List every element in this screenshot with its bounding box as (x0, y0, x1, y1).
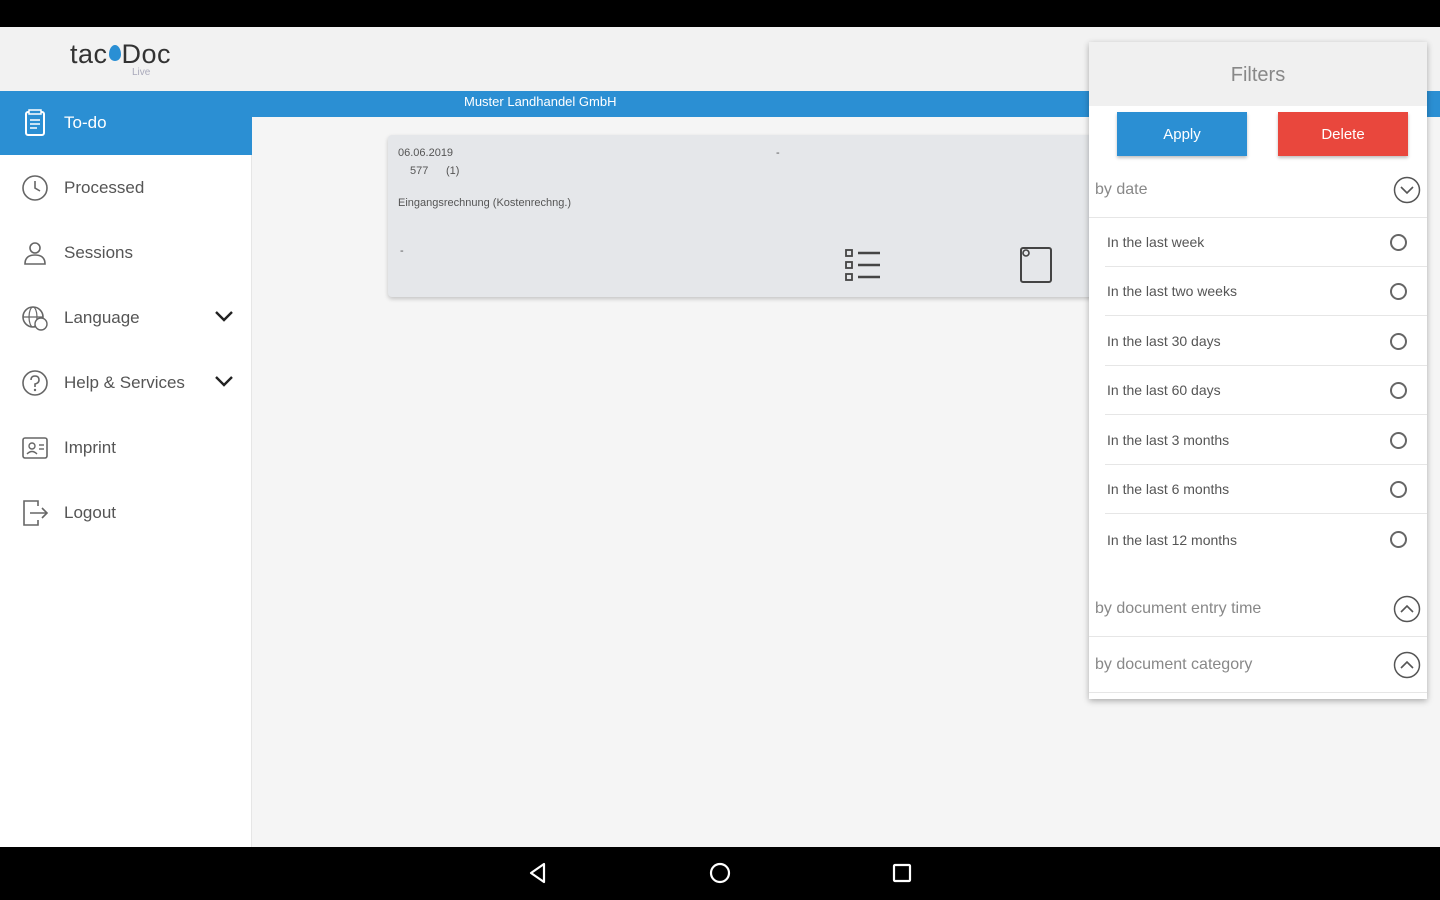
delete-button[interactable]: Delete (1278, 112, 1408, 156)
document-view-icon[interactable] (1018, 245, 1054, 290)
sidebar-item-label: To-do (64, 113, 107, 132)
document-separator: - (776, 147, 780, 159)
date-option[interactable]: In the last week (1105, 218, 1427, 267)
date-option-label: In the last 30 days (1107, 333, 1221, 349)
chevron-up-circle-icon[interactable] (1393, 651, 1421, 684)
sidebar-item-help-services[interactable]: Help & Services (0, 351, 252, 415)
filters-panel: Filters Apply Delete by date In the last… (1089, 42, 1427, 699)
imprint-icon (20, 433, 50, 463)
sidebar-item-sessions[interactable]: Sessions (0, 221, 252, 285)
date-option[interactable]: In the last 3 months (1105, 416, 1427, 465)
date-option-label: In the last 3 months (1107, 432, 1230, 448)
filter-section-by-category[interactable]: by document category (1089, 637, 1427, 693)
date-option[interactable]: In the last 6 months (1105, 465, 1427, 514)
sidebar-item-logout[interactable]: Logout (0, 481, 252, 545)
sidebar-item-label: Processed (64, 178, 145, 197)
document-note: - (400, 245, 404, 257)
filter-section-by-entry-time[interactable]: by document entry time (1089, 581, 1427, 637)
language-icon (20, 303, 50, 333)
status-bar (0, 0, 1440, 27)
filter-section-label: by document entry time (1095, 599, 1262, 617)
filter-section-by-date[interactable]: by date (1089, 162, 1427, 218)
date-option[interactable]: In the last 60 days (1105, 366, 1427, 415)
list-icon[interactable] (844, 247, 882, 288)
logout-icon (20, 498, 50, 528)
sidebar-item-label: Imprint (64, 438, 116, 457)
chevron-up-circle-icon[interactable] (1393, 595, 1421, 628)
sidebar-item-label: Sessions (64, 243, 133, 262)
radio-button[interactable] (1390, 234, 1407, 251)
logo-drop-icon (108, 45, 121, 61)
filters-header: Filters (1089, 42, 1427, 106)
app-logo: tac Doc Live (0, 27, 252, 91)
android-nav-bar (0, 847, 1440, 900)
clock-icon (20, 173, 50, 203)
app-window: tac Doc Live To-do Processed Sessions La… (0, 27, 1440, 847)
sidebar: tac Doc Live To-do Processed Sessions La… (0, 27, 252, 847)
document-date: 06.06.2019 (398, 147, 454, 159)
radio-button[interactable] (1390, 382, 1407, 399)
date-option-label: In the last week (1107, 234, 1205, 250)
sidebar-item-processed[interactable]: Processed (0, 156, 252, 220)
company-name: Muster Landhandel GmbH (464, 94, 617, 109)
document-number: 577 (410, 165, 429, 177)
date-option[interactable]: In the last 30 days (1105, 317, 1427, 366)
recents-icon[interactable] (890, 861, 914, 890)
date-option[interactable]: In the last 12 months (1105, 515, 1427, 564)
date-option[interactable]: In the last two weeks (1105, 267, 1427, 316)
radio-button[interactable] (1390, 481, 1407, 498)
sidebar-item-label: Help & Services (64, 373, 185, 392)
date-option-label: In the last 12 months (1107, 531, 1237, 548)
radio-button[interactable] (1390, 432, 1407, 449)
chevron-down-circle-icon[interactable] (1393, 176, 1421, 209)
radio-button[interactable] (1390, 283, 1407, 300)
sidebar-item-language[interactable]: Language (0, 286, 252, 350)
sidebar-item-imprint[interactable]: Imprint (0, 416, 252, 480)
apply-button[interactable]: Apply (1117, 112, 1247, 156)
logo-text-left: tac (70, 39, 108, 69)
chevron-down-icon[interactable] (214, 308, 234, 328)
sidebar-item-label: Logout (64, 503, 116, 522)
filters-title: Filters (1230, 64, 1286, 86)
document-count: (1) (446, 165, 460, 177)
back-icon[interactable] (526, 861, 550, 890)
todo-document-icon (20, 108, 50, 138)
date-option-label: In the last 6 months (1107, 481, 1230, 497)
filter-section-label: by date (1095, 180, 1148, 198)
document-card[interactable]: 06.06.2019 - 577 (1) Eingangsrechnung (K… (388, 135, 1108, 297)
sidebar-item-todo[interactable]: To-do (0, 91, 252, 155)
date-option-label: In the last two weeks (1107, 283, 1237, 299)
user-icon (20, 238, 50, 268)
date-option-label: In the last 60 days (1107, 382, 1221, 398)
document-type: Eingangsrechnung (Kostenrechng.) (398, 197, 572, 209)
chevron-down-icon[interactable] (214, 373, 234, 393)
radio-button[interactable] (1390, 531, 1407, 548)
sidebar-item-label: Language (64, 308, 140, 327)
logo-text: tac Doc (70, 39, 171, 70)
help-icon (20, 368, 50, 398)
logo-subtitle: Live (132, 67, 151, 78)
logo-text-right: Doc (121, 39, 172, 69)
home-icon[interactable] (708, 861, 732, 890)
radio-button[interactable] (1390, 333, 1407, 350)
filter-section-label: by document category (1095, 655, 1253, 673)
